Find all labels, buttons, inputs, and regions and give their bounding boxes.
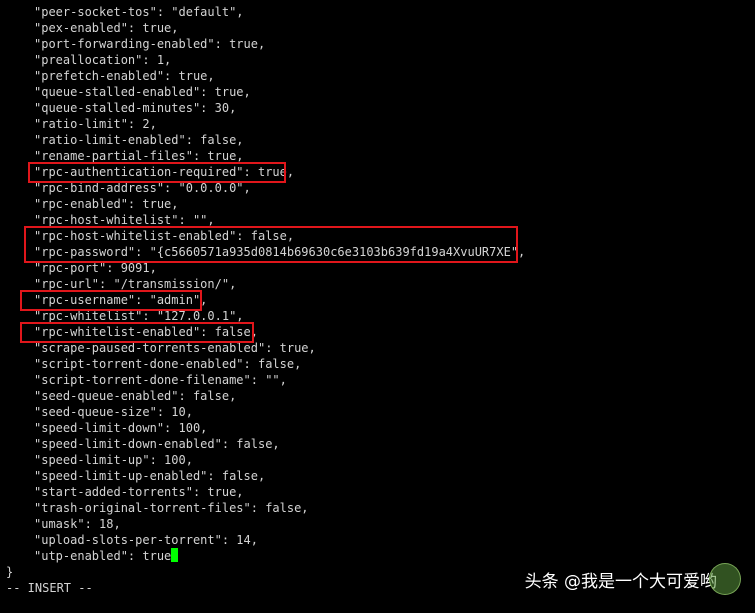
line-text: "prefetch-enabled": true,	[34, 69, 215, 83]
text-cursor	[171, 548, 179, 562]
code-line[interactable]: "script-torrent-done-enabled": false,	[6, 356, 525, 372]
line-text: "rpc-host-whitelist": "",	[34, 213, 215, 227]
code-line[interactable]: "script-torrent-done-filename": "",	[6, 372, 525, 388]
code-line[interactable]: "utp-enabled": true	[6, 548, 525, 564]
line-text: "ratio-limit": 2,	[34, 117, 157, 131]
code-line[interactable]: "speed-limit-down-enabled": false,	[6, 436, 525, 452]
code-line[interactable]: "speed-limit-up-enabled": false,	[6, 468, 525, 484]
line-text: "speed-limit-down": 100,	[34, 421, 208, 435]
line-text: "speed-limit-up": 100,	[34, 453, 193, 467]
code-line[interactable]: "seed-queue-size": 10,	[6, 404, 525, 420]
code-line[interactable]: "prefetch-enabled": true,	[6, 68, 525, 84]
watermark: 头条 @我是一个大可爱哟	[525, 563, 741, 595]
line-text: "queue-stalled-minutes": 30,	[34, 101, 237, 115]
line-text: "queue-stalled-enabled": true,	[34, 85, 251, 99]
line-text: "preallocation": 1,	[34, 53, 172, 67]
line-text: "peer-socket-tos": "default",	[34, 5, 244, 19]
line-text: "rename-partial-files": true,	[34, 149, 244, 163]
terminal-window[interactable]: "peer-socket-tos": "default", "pex-enable…	[0, 0, 755, 613]
code-line[interactable]: "rpc-whitelist-enabled": false,	[6, 324, 525, 340]
line-text: "script-torrent-done-filename": "",	[34, 373, 287, 387]
code-line[interactable]: "upload-slots-per-torrent": 14,	[6, 532, 525, 548]
code-line[interactable]: "rpc-host-whitelist": "",	[6, 212, 525, 228]
code-line[interactable]: "port-forwarding-enabled": true,	[6, 36, 525, 52]
code-line[interactable]: "rpc-url": "/transmission/",	[6, 276, 525, 292]
code-line[interactable]: "rpc-username": "admin",	[6, 292, 525, 308]
line-text: "rpc-whitelist-enabled": false,	[34, 325, 258, 339]
line-text: "rpc-username": "admin",	[34, 293, 208, 307]
code-line[interactable]: "queue-stalled-enabled": true,	[6, 84, 525, 100]
code-line[interactable]: "umask": 18,	[6, 516, 525, 532]
line-text: "speed-limit-up-enabled": false,	[34, 469, 266, 483]
code-line[interactable]: "rpc-enabled": true,	[6, 196, 525, 212]
code-line[interactable]: "rpc-whitelist": "127.0.0.1",	[6, 308, 525, 324]
watermark-text: 头条 @我是一个大可爱哟	[524, 571, 717, 592]
line-text: "seed-queue-size": 10,	[34, 405, 193, 419]
line-text: "ratio-limit-enabled": false,	[34, 133, 244, 147]
code-line[interactable]: "preallocation": 1,	[6, 52, 525, 68]
code-line[interactable]: "ratio-limit-enabled": false,	[6, 132, 525, 148]
closing-brace-line[interactable]: }	[6, 564, 525, 580]
code-line[interactable]: "scrape-paused-torrents-enabled": true,	[6, 340, 525, 356]
code-line[interactable]: "rpc-bind-address": "0.0.0.0",	[6, 180, 525, 196]
line-text: "start-added-torrents": true,	[34, 485, 244, 499]
code-line[interactable]: "queue-stalled-minutes": 30,	[6, 100, 525, 116]
code-line[interactable]: "rpc-password": "{c5660571a935d0814b6963…	[6, 244, 525, 260]
line-text: "umask": 18,	[34, 517, 121, 531]
editor-buffer[interactable]: "peer-socket-tos": "default", "pex-enable…	[6, 4, 525, 580]
line-text: "port-forwarding-enabled": true,	[34, 37, 266, 51]
line-text: "trash-original-torrent-files": false,	[34, 501, 309, 515]
line-text: "speed-limit-down-enabled": false,	[34, 437, 280, 451]
line-text: "rpc-authentication-required": true,	[34, 165, 295, 179]
line-text: "pex-enabled": true,	[34, 21, 179, 35]
code-line[interactable]: "speed-limit-up": 100,	[6, 452, 525, 468]
code-line[interactable]: "start-added-torrents": true,	[6, 484, 525, 500]
line-text: "rpc-port": 9091,	[34, 261, 157, 275]
code-line[interactable]: "rpc-authentication-required": true,	[6, 164, 525, 180]
line-text: "upload-slots-per-torrent": 14,	[34, 533, 258, 547]
line-text: "rpc-url": "/transmission/",	[34, 277, 237, 291]
line-text: "rpc-password": "{c5660571a935d0814b6963…	[34, 245, 526, 259]
code-line[interactable]: "rpc-host-whitelist-enabled": false,	[6, 228, 525, 244]
code-line[interactable]: "seed-queue-enabled": false,	[6, 388, 525, 404]
code-line[interactable]: "pex-enabled": true,	[6, 20, 525, 36]
vim-mode-indicator: -- INSERT --	[6, 581, 93, 595]
line-text: "rpc-bind-address": "0.0.0.0",	[34, 181, 251, 195]
watermark-logo-icon	[709, 563, 741, 595]
line-text: "script-torrent-done-enabled": false,	[34, 357, 302, 371]
line-text: "scrape-paused-torrents-enabled": true,	[34, 341, 316, 355]
code-line[interactable]: "rename-partial-files": true,	[6, 148, 525, 164]
line-text: "utp-enabled": true	[34, 549, 172, 563]
code-line[interactable]: "ratio-limit": 2,	[6, 116, 525, 132]
code-line[interactable]: "trash-original-torrent-files": false,	[6, 500, 525, 516]
code-line[interactable]: "speed-limit-down": 100,	[6, 420, 525, 436]
line-text: "seed-queue-enabled": false,	[34, 389, 237, 403]
line-text: "rpc-host-whitelist-enabled": false,	[34, 229, 295, 243]
code-line[interactable]: "rpc-port": 9091,	[6, 260, 525, 276]
line-text: "rpc-enabled": true,	[34, 197, 179, 211]
code-line[interactable]: "peer-socket-tos": "default",	[6, 4, 525, 20]
line-text: "rpc-whitelist": "127.0.0.1",	[34, 309, 244, 323]
